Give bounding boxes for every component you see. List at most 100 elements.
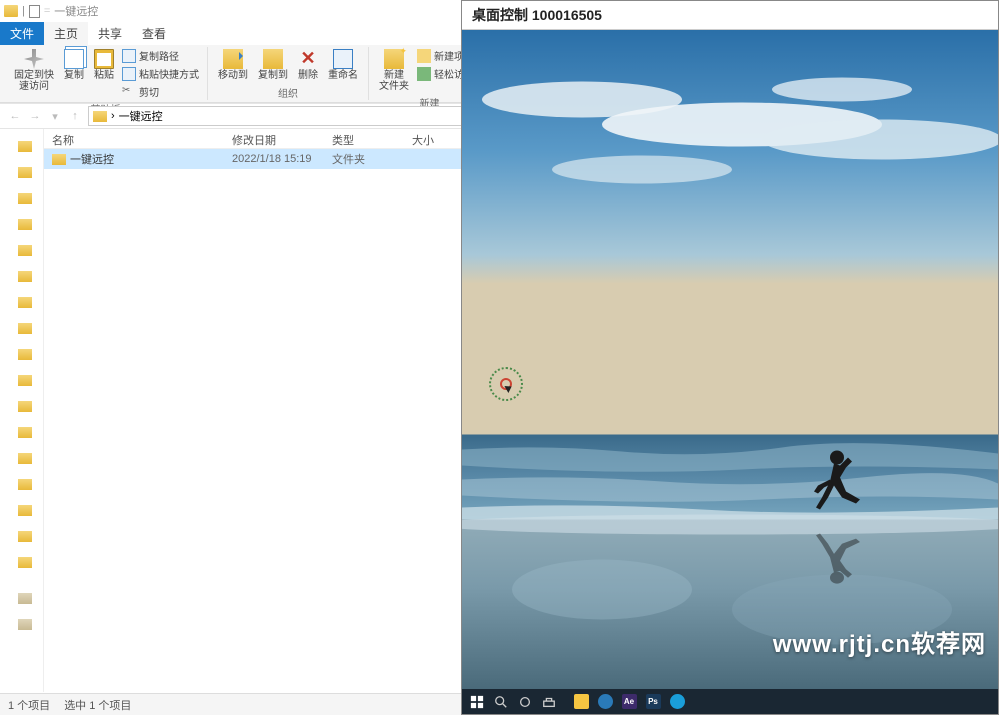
sidebar-item[interactable]	[0, 549, 43, 575]
pasteshortcut-icon	[122, 67, 136, 81]
paste-button[interactable]: 粘贴	[90, 47, 118, 83]
folder-icon	[18, 219, 32, 230]
breadcrumb-sep: ›	[111, 110, 115, 122]
column-name[interactable]: 名称	[44, 129, 224, 148]
sidebar-item[interactable]	[0, 185, 43, 211]
folder-icon	[18, 375, 32, 386]
nav-up-button[interactable]: ↑	[66, 107, 84, 125]
folder-icon	[18, 479, 32, 490]
nav-forward-button[interactable]: →	[26, 107, 44, 125]
sidebar-item[interactable]	[0, 341, 43, 367]
newfolder-icon	[384, 49, 404, 69]
sidebar-item[interactable]	[0, 523, 43, 549]
nav-back-button[interactable]: ←	[6, 107, 24, 125]
taskbar-app-browser[interactable]	[594, 692, 616, 712]
sidebar-item[interactable]	[0, 289, 43, 315]
sidebar-item[interactable]	[0, 611, 43, 637]
copy-button[interactable]: 复制	[60, 47, 88, 83]
folder-icon	[18, 593, 32, 604]
sidebar-item[interactable]	[0, 315, 43, 341]
moveto-label: 移动到	[218, 70, 248, 81]
task-view-button[interactable]	[514, 692, 536, 712]
column-type[interactable]: 类型	[324, 129, 404, 148]
taskbar-app-ps[interactable]: Ps	[642, 692, 664, 712]
file-type: 文件夹	[324, 151, 404, 167]
folder-icon	[18, 297, 32, 308]
folder-icon	[18, 557, 32, 568]
folder-icon	[18, 167, 32, 178]
folder-icon	[18, 193, 32, 204]
breadcrumb-segment[interactable]: 一键远控	[119, 108, 163, 124]
remote-cursor-indicator	[489, 367, 523, 401]
remote-titlebar[interactable]: 桌面控制 100016505	[462, 1, 998, 30]
sidebar-item[interactable]	[0, 393, 43, 419]
folder-icon	[18, 619, 32, 630]
pasteshortcut-label: 粘贴快捷方式	[139, 66, 199, 81]
item-count: 1 个项目	[8, 697, 50, 713]
copyto-label: 复制到	[258, 70, 288, 81]
folder-icon	[18, 427, 32, 438]
window-title: 一键远控	[54, 3, 98, 19]
file-date: 2022/1/18 15:19	[224, 153, 324, 165]
start-button[interactable]	[466, 692, 488, 712]
folder-icon	[18, 271, 32, 282]
paste-shortcut-button[interactable]: 粘贴快捷方式	[120, 65, 201, 82]
copy-path-button[interactable]: 复制路径	[120, 47, 201, 64]
column-size[interactable]: 大小	[404, 129, 464, 148]
folder-icon	[18, 245, 32, 256]
cut-button[interactable]: ✂剪切	[120, 83, 201, 100]
sidebar-item[interactable]	[0, 497, 43, 523]
sidebar-item[interactable]	[0, 471, 43, 497]
sidebar-item[interactable]	[0, 237, 43, 263]
copypath-icon	[122, 49, 136, 63]
sidebar-item[interactable]	[0, 133, 43, 159]
copy-to-button[interactable]: 复制到	[254, 47, 292, 83]
cortana-button[interactable]	[538, 692, 560, 712]
file-name: 一键远控	[70, 151, 114, 167]
taskbar-app-edge[interactable]	[666, 692, 688, 712]
easyaccess-icon	[417, 67, 431, 81]
tab-home[interactable]: 主页	[44, 22, 88, 45]
delete-label: 删除	[298, 70, 318, 81]
copyto-icon	[263, 49, 283, 69]
sidebar-item[interactable]	[0, 445, 43, 471]
nav-recent-button[interactable]: ▾	[46, 107, 64, 125]
remote-title-text: 桌面控制 100016505	[472, 5, 602, 25]
folder-icon	[18, 531, 32, 542]
sidebar-item[interactable]	[0, 419, 43, 445]
pin-label: 固定到快 速访问	[14, 70, 54, 92]
move-icon	[223, 49, 243, 69]
column-date[interactable]: 修改日期	[224, 129, 324, 148]
tab-file[interactable]: 文件	[0, 22, 44, 45]
folder-icon	[18, 323, 32, 334]
taskbar-app-explorer[interactable]	[570, 692, 592, 712]
remote-desktop-window: 桌面控制 100016505	[461, 0, 999, 715]
ribbon-group-clipboard: 固定到快 速访问 复制 粘贴 复制路径 粘贴快捷方式 ✂剪切 剪贴板	[4, 47, 208, 100]
rename-button[interactable]: 重命名	[324, 47, 362, 83]
title-sep: =	[44, 5, 50, 17]
sidebar-item[interactable]	[0, 159, 43, 185]
delete-button[interactable]: ✕删除	[294, 47, 322, 83]
folder-icon	[18, 401, 32, 412]
sidebar-item[interactable]	[0, 585, 43, 611]
sidebar-item[interactable]	[0, 367, 43, 393]
sidebar-item[interactable]	[0, 263, 43, 289]
tab-share[interactable]: 共享	[88, 22, 132, 45]
remote-viewport[interactable]: www.rjtj.cn软荐网	[462, 30, 998, 689]
rename-label: 重命名	[328, 70, 358, 81]
pin-icon	[24, 49, 44, 69]
taskbar-app-ae[interactable]: Ae	[618, 692, 640, 712]
tab-view[interactable]: 查看	[132, 22, 176, 45]
remote-taskbar: Ae Ps	[462, 689, 998, 714]
organize-group-label: 组织	[278, 84, 298, 100]
pin-to-quick-access-button[interactable]: 固定到快 速访问	[10, 47, 58, 94]
delete-icon: ✕	[298, 49, 318, 69]
sidebar-item[interactable]	[0, 211, 43, 237]
folder-icon	[18, 141, 32, 152]
newfolder-label: 新建 文件夹	[379, 70, 409, 92]
search-button[interactable]	[490, 692, 512, 712]
cut-icon: ✂	[122, 85, 136, 99]
beach-wallpaper	[462, 30, 998, 689]
move-to-button[interactable]: 移动到	[214, 47, 252, 83]
new-folder-button[interactable]: 新建 文件夹	[375, 47, 413, 94]
